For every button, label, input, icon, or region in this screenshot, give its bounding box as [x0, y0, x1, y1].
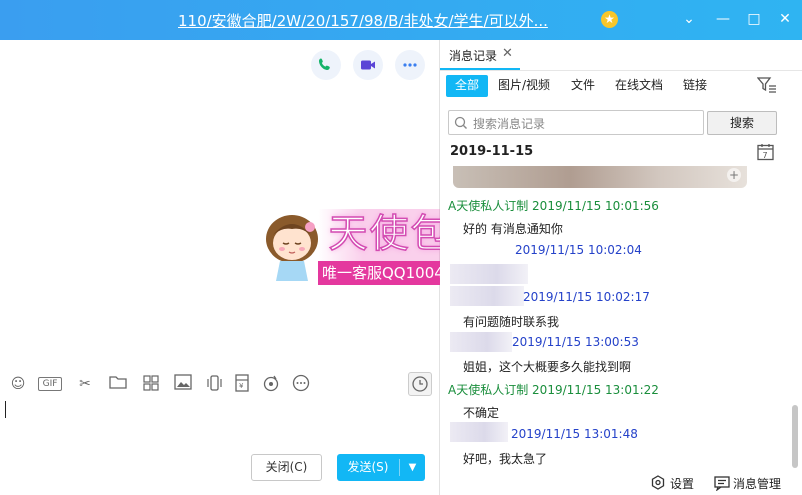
header-divider	[440, 70, 802, 71]
image-thumbnail[interactable]	[453, 166, 747, 188]
scissors-icon[interactable]: ✂	[75, 374, 95, 394]
zoom-plus-icon[interactable]: +	[727, 168, 741, 182]
message-header: A天使私人订制 2019/11/15 10:01:56	[448, 199, 659, 213]
shake-icon[interactable]	[204, 374, 224, 394]
tab-close-icon[interactable]: ✕	[502, 46, 513, 61]
send-button[interactable]: 发送(S) ▼	[337, 454, 425, 481]
text-input-caret[interactable]	[5, 401, 6, 418]
blurred-sender	[450, 332, 512, 352]
gif-icon[interactable]: GIF	[38, 377, 62, 391]
svg-text:¥: ¥	[239, 382, 244, 390]
red-packet-icon[interactable]: ¥	[232, 374, 252, 394]
blurred-sender	[450, 264, 528, 284]
image-icon[interactable]	[173, 374, 193, 394]
svg-text:7: 7	[763, 151, 768, 160]
message-header: 2019/11/15 13:00:53	[512, 335, 639, 349]
search-icon	[454, 116, 467, 129]
filter-links[interactable]: 链接	[683, 75, 707, 97]
filter-media[interactable]: 图片/视频	[498, 75, 550, 97]
chevron-down-icon[interactable]: ⌄	[680, 10, 698, 28]
cartoon-girl-icon	[266, 215, 318, 281]
close-window-button[interactable]: ✕	[776, 10, 794, 28]
message-text: 好吧，我太急了	[463, 452, 548, 466]
message-header: 2019/11/15 10:02:04	[515, 243, 642, 257]
gear-icon[interactable]	[650, 475, 666, 491]
phone-icon	[319, 58, 330, 70]
message-text: 不确定	[463, 406, 500, 420]
music-icon[interactable]	[261, 374, 281, 394]
blurred-sender	[450, 286, 524, 306]
send-label[interactable]: 发送(S)	[337, 454, 399, 481]
calendar-icon[interactable]: 7	[757, 143, 774, 161]
more-actions-button[interactable]	[395, 50, 425, 80]
maximize-button[interactable]: □	[745, 10, 763, 28]
voice-call-button[interactable]	[311, 50, 341, 80]
clock-icon	[412, 376, 428, 392]
message-text: 姐姐，这个大概要多久能找到啊	[463, 360, 632, 374]
message-header: 2019/11/15 13:01:48	[511, 427, 638, 441]
star-icon[interactable]: ★	[601, 11, 618, 28]
filter-all[interactable]: 全部	[446, 75, 489, 97]
close-button[interactable]: 关闭(C)	[251, 454, 322, 481]
message-header: A天使私人订制 2019/11/15 13:01:22	[448, 383, 659, 397]
screenshot-icon[interactable]	[141, 374, 161, 394]
video-icon	[361, 60, 375, 70]
filter-settings-icon[interactable]	[757, 76, 777, 94]
more-tools-icon[interactable]	[291, 374, 311, 394]
search-placeholder: 搜索消息记录	[473, 117, 546, 131]
search-button[interactable]: 搜索	[707, 111, 777, 135]
more-icon	[403, 63, 417, 67]
history-scrollbar[interactable]	[792, 405, 798, 468]
message-manager-link[interactable]: 消息管理	[733, 475, 781, 492]
history-toggle-button[interactable]	[408, 372, 432, 396]
message-text: 有问题随时联系我	[463, 315, 560, 329]
history-date: 2019-11-15	[450, 144, 534, 159]
video-call-button[interactable]	[353, 50, 383, 80]
message-text: 好的 有消息通知你	[463, 222, 563, 236]
tab-label[interactable]: 消息记录	[449, 47, 497, 64]
minimize-button[interactable]: —	[714, 10, 732, 28]
folder-icon[interactable]	[108, 374, 128, 394]
emoji-icon[interactable]: ☺	[8, 374, 28, 394]
window-title[interactable]: 110/安徽合肥/2W/20/157/98/B/非处女/学生/可以外...	[178, 10, 548, 31]
settings-link[interactable]: 设置	[670, 475, 694, 492]
blurred-sender	[450, 422, 508, 442]
message-header: 2019/11/15 10:02:17	[523, 290, 650, 304]
filter-online-docs[interactable]: 在线文档	[615, 75, 663, 97]
send-options-dropdown[interactable]: ▼	[400, 454, 425, 481]
filter-files[interactable]: 文件	[571, 75, 595, 97]
message-manager-icon[interactable]	[714, 475, 730, 491]
